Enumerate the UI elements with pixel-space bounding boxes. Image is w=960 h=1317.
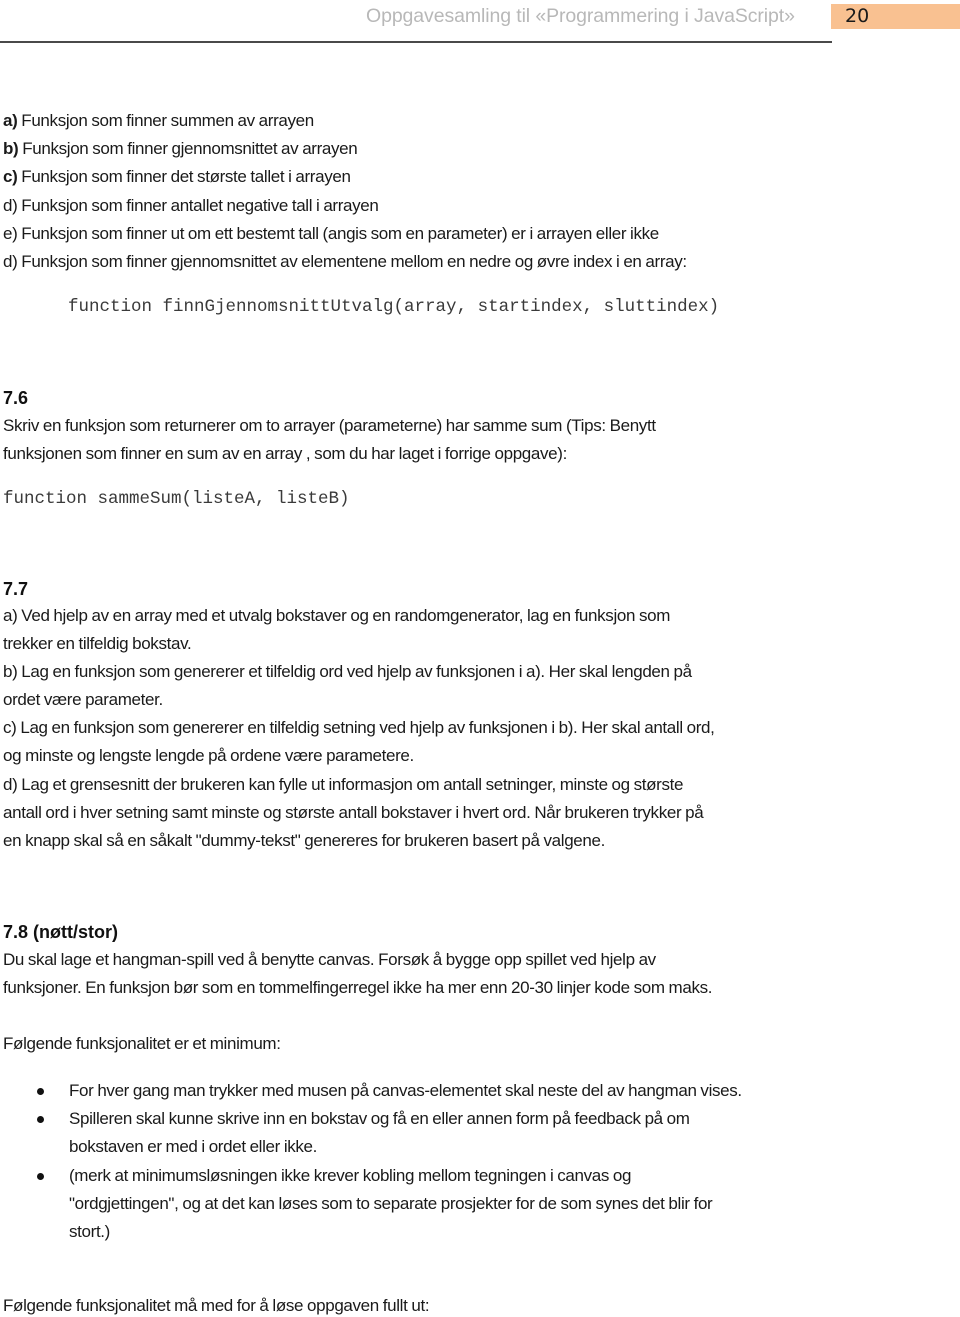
paragraph-line: funksjonen som finner en sum av en array…	[3, 444, 567, 463]
section-heading: 7.7	[3, 579, 29, 599]
item-text: Funksjon som finner summen av arrayen	[17, 111, 314, 130]
paragraph-line: funksjoner. En funksjon bør som en tomme…	[3, 978, 713, 997]
full-intro: Følgende funksjonalitet må med for å løs…	[3, 1296, 430, 1315]
code-signature: function finnGjennomsnittUtvalg(array, s…	[68, 297, 720, 317]
bullet-text: For hver gang man trykker med musen på c…	[69, 1081, 742, 1100]
bullet-icon	[37, 1173, 44, 1180]
bullet-text: bokstaven er med i ordet eller ikke.	[69, 1137, 318, 1156]
paragraph-line: og minste og lengste lengde på ordene væ…	[3, 746, 414, 765]
paragraph-line: a) Ved hjelp av en array med et utvalg b…	[3, 606, 671, 625]
item-label: d)	[3, 196, 18, 215]
minimum-intro: Følgende funksjonalitet er et minimum:	[3, 1034, 281, 1053]
bullet-icon	[37, 1116, 44, 1123]
paragraph-line: Du skal lage et hangman-spill ved å beny…	[3, 950, 656, 969]
list-item: a) Funksjon som finner summen av arrayen	[3, 111, 314, 131]
bullet-text: stort.)	[69, 1222, 110, 1241]
list-item: b) Funksjon som finner gjennomsnittet av…	[3, 139, 358, 159]
bullet-text: Spilleren skal kunne skrive inn en bokst…	[69, 1109, 690, 1128]
item-text: Funksjon som finner gjennomsnittet av ar…	[18, 139, 358, 158]
paragraph-line: c) Lag en funksjon som genererer en tilf…	[3, 718, 715, 737]
paragraph-line: b) Lag en funksjon som genererer et tilf…	[3, 662, 692, 681]
paragraph-line: ordet være parameter.	[3, 690, 163, 709]
section-heading: 7.6	[3, 388, 29, 408]
bullet-text: (merk at minimumsløsningen ikke krever k…	[69, 1166, 632, 1185]
paragraph-line: trekker en tilfeldig bokstav.	[3, 634, 192, 653]
code-signature: function sammeSum(listeA, listeB)	[3, 489, 350, 509]
item-text: Funksjon som finner ut om ett bestemt ta…	[17, 224, 659, 243]
item-label: a)	[3, 111, 18, 130]
bullet-icon	[37, 1088, 44, 1095]
header-divider	[0, 41, 832, 43]
list-item: e) Funksjon som finner ut om ett bestemt…	[3, 224, 659, 244]
item-label: b)	[3, 139, 19, 158]
page-number: 20	[845, 5, 870, 27]
page-number-badge: 20	[831, 4, 960, 29]
item-text: Funksjon som finner det største tallet i…	[17, 167, 351, 186]
list-item: c) Funksjon som finner det største talle…	[3, 167, 351, 187]
paragraph-line: antall ord i hver setning samt minste og…	[3, 803, 704, 822]
item-label: d)	[3, 252, 18, 271]
item-text: Funksjon som finner antallet negative ta…	[17, 196, 379, 215]
paragraph-line: Skriv en funksjon som returnerer om to a…	[3, 416, 656, 435]
item-text: Funksjon som finner gjennomsnittet av el…	[17, 252, 687, 271]
list-item: d) Funksjon som finner gjennomsnittet av…	[3, 252, 687, 272]
bullet-text: "ordgjettingen", og at det kan løses som…	[69, 1194, 713, 1213]
list-item: d) Funksjon som finner antallet negative…	[3, 196, 379, 216]
item-label: c)	[3, 167, 18, 186]
section-heading: 7.8 (nøtt/stor)	[3, 922, 118, 942]
item-label: e)	[3, 224, 18, 243]
paragraph-line: d) Lag et grensesnitt der brukeren kan f…	[3, 775, 684, 794]
paragraph-line: en knapp skal så en såkalt "dummy-tekst"…	[3, 831, 605, 850]
document-title: Oppgavesamling til «Programmering i Java…	[366, 5, 795, 27]
